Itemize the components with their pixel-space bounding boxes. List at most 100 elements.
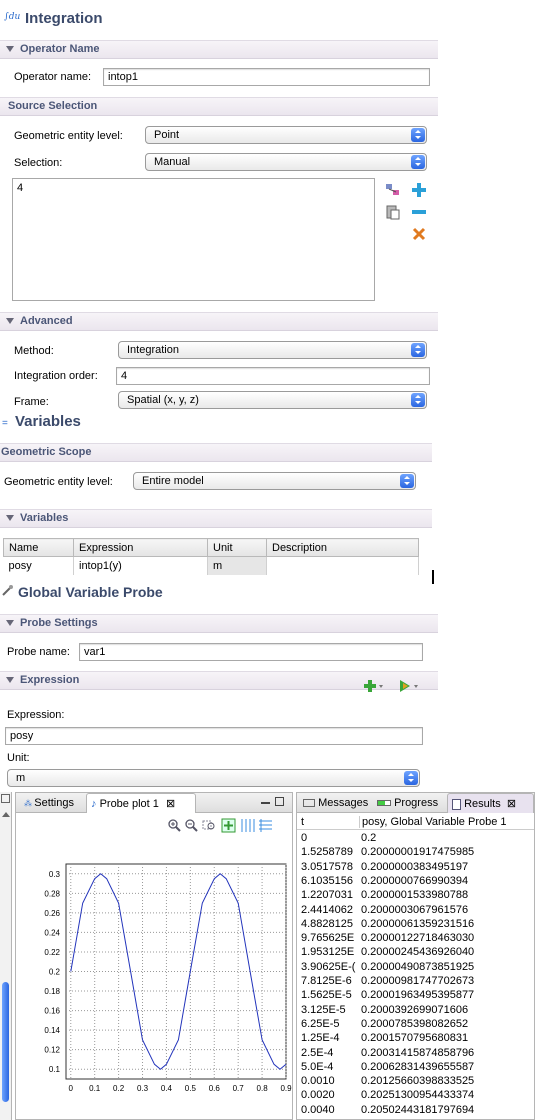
y-tick-label: 0.22 bbox=[44, 948, 60, 957]
paste-icon[interactable] bbox=[385, 204, 401, 220]
tab-settings[interactable]: ⁂ Settings bbox=[20, 793, 78, 813]
column-header-posy[interactable]: posy, Global Variable Probe 1 bbox=[359, 816, 507, 828]
results-t-cell: 1.5625E-5 bbox=[301, 989, 352, 1002]
scope-geom-level-select[interactable]: Entire model bbox=[133, 472, 416, 490]
advanced-section[interactable]: Advanced bbox=[0, 312, 438, 331]
close-icon[interactable]: ⊠ bbox=[166, 798, 175, 810]
results-t-cell: 0.0020 bbox=[301, 1089, 335, 1102]
operator-name-input[interactable]: intop1 bbox=[103, 68, 430, 86]
x-tick-label: 0.5 bbox=[185, 1084, 197, 1093]
collapse-triangle-icon bbox=[6, 619, 14, 626]
results-view: Messages Progress Results ⊠ t posy, Glob… bbox=[296, 792, 535, 1120]
method-select[interactable]: Integration bbox=[118, 341, 427, 359]
source-selection-section[interactable]: Source Selection bbox=[0, 97, 438, 116]
messages-icon bbox=[303, 799, 315, 808]
close-icon[interactable]: ⊠ bbox=[507, 798, 516, 810]
probe-title: Global Variable Probe bbox=[18, 584, 163, 600]
plot-icon: ♪ bbox=[91, 798, 97, 810]
zoom-extents-icon[interactable] bbox=[221, 818, 236, 833]
results-t-cell: 0.0010 bbox=[301, 1075, 335, 1088]
expression-input[interactable]: posy bbox=[5, 727, 423, 745]
results-tabbar: Messages Progress Results ⊠ bbox=[297, 793, 534, 813]
add-selection-icon[interactable] bbox=[411, 182, 427, 198]
results-t-cell: 2.4414062 bbox=[301, 903, 353, 916]
y-tick-label: 0.14 bbox=[44, 1026, 60, 1035]
y-tick-label: 0.2 bbox=[49, 968, 61, 977]
results-value-cell: 0.20125660398833525 bbox=[361, 1075, 475, 1088]
probe-settings-section[interactable]: Probe Settings bbox=[0, 614, 438, 633]
operator-name-section[interactable]: Operator Name bbox=[0, 40, 438, 59]
minimize-icon[interactable] bbox=[261, 802, 270, 804]
geom-level-select[interactable]: Point bbox=[145, 126, 427, 144]
select-value: Entire model bbox=[142, 475, 204, 487]
probe-plot-view: ⁂ Settings ♪ Probe plot 1 ⊠ 0 0.1 0.2 0.3 0.… bbox=[15, 792, 293, 1120]
tab-label: Probe plot 1 bbox=[99, 798, 159, 810]
legend-icon[interactable] bbox=[258, 818, 273, 833]
x-tick-label: 0.1 bbox=[89, 1084, 101, 1093]
x-tick-label: 0.6 bbox=[209, 1084, 221, 1093]
zoom-out-icon[interactable] bbox=[185, 819, 198, 832]
probe-name-input[interactable]: var1 bbox=[79, 643, 423, 661]
probe-plot-chart[interactable]: 0 0.1 0.2 0.3 0.4 0.5 0.6 0.7 0.8 0.9 0.1 0.12 0.14 0… bbox=[16, 839, 292, 1119]
y-tick-label: 0.26 bbox=[44, 909, 60, 918]
selection-list-item[interactable]: 4 bbox=[17, 182, 23, 194]
insert-expression-icon[interactable] bbox=[364, 679, 386, 693]
maximize-icon[interactable] bbox=[275, 797, 284, 806]
integration-order-input[interactable]: 4 bbox=[116, 367, 430, 385]
column-header-description[interactable]: Description bbox=[266, 538, 419, 557]
results-table: t posy, Global Variable Probe 1 0 0.2 1.52… bbox=[297, 815, 534, 1119]
unit-select[interactable]: m bbox=[7, 769, 420, 787]
select-domains-icon[interactable] bbox=[385, 182, 401, 198]
remove-selection-icon[interactable] bbox=[411, 204, 427, 220]
results-value-cell: 0.20001963495395877 bbox=[361, 989, 475, 1002]
variable-name-cell[interactable]: posy bbox=[3, 556, 74, 575]
replace-expression-icon[interactable] bbox=[398, 679, 422, 693]
grid-lines-icon[interactable] bbox=[240, 818, 255, 833]
results-value-cell: 0.20000490873851925 bbox=[361, 960, 475, 973]
scope-geom-level-label: Geometric entity level: bbox=[4, 476, 113, 488]
table-row[interactable]: posy intop1(y) m bbox=[3, 556, 419, 575]
variables-icon: = bbox=[2, 418, 8, 429]
tab-progress[interactable]: Progress bbox=[373, 793, 442, 813]
column-header-unit[interactable]: Unit bbox=[207, 538, 267, 557]
tab-messages[interactable]: Messages bbox=[299, 793, 372, 813]
select-arrows-icon bbox=[400, 474, 414, 488]
left-view-edge[interactable] bbox=[0, 792, 12, 1120]
column-header-name[interactable]: Name bbox=[3, 538, 74, 557]
tab-probe-plot[interactable]: ♪ Probe plot 1 ⊠ bbox=[86, 793, 196, 813]
column-header-expression[interactable]: Expression bbox=[73, 538, 208, 557]
section-label: Source Selection bbox=[8, 100, 98, 112]
results-t-cell: 1.25E-4 bbox=[301, 1032, 340, 1045]
select-arrows-icon bbox=[411, 393, 425, 407]
zoom-in-icon[interactable] bbox=[168, 819, 181, 832]
frame-select[interactable]: Spatial (x, y, z) bbox=[118, 391, 427, 409]
y-tick-label: 0.12 bbox=[44, 1046, 60, 1055]
variables-section[interactable]: Variables bbox=[0, 509, 432, 528]
selection-select[interactable]: Manual bbox=[145, 153, 427, 171]
scroll-up-arrow-icon[interactable] bbox=[2, 812, 10, 817]
column-header-t[interactable]: t bbox=[301, 816, 359, 828]
scrollbar-thumb[interactable] bbox=[2, 982, 9, 1102]
section-label: Operator Name bbox=[20, 43, 100, 55]
tab-results[interactable]: Results ⊠ bbox=[447, 793, 534, 813]
x-tick-label: 0.2 bbox=[113, 1084, 125, 1093]
variable-description-cell[interactable] bbox=[266, 556, 419, 575]
y-tick-label: 0.1 bbox=[49, 1065, 61, 1074]
window-button-icon[interactable] bbox=[1, 794, 10, 803]
progress-icon bbox=[377, 800, 391, 807]
variable-expression-cell[interactable]: intop1(y) bbox=[73, 556, 208, 575]
select-arrows-icon bbox=[404, 771, 418, 785]
results-value-cell: 0.20000061359231516 bbox=[361, 917, 475, 930]
unit-label: Unit: bbox=[7, 752, 30, 764]
results-t-cell: 3.90625E-( bbox=[301, 960, 356, 973]
collapse-triangle-icon bbox=[6, 676, 14, 683]
geometric-scope-section[interactable]: Geometric Scope bbox=[0, 443, 432, 462]
probe-name-label: Probe name: bbox=[7, 646, 70, 658]
zoom-box-icon[interactable] bbox=[202, 819, 217, 832]
frame-label: Frame: bbox=[14, 396, 49, 408]
clear-selection-icon[interactable] bbox=[411, 226, 427, 242]
selection-list[interactable]: 4 bbox=[12, 178, 375, 301]
results-value-cell: 0.2000000766990394 bbox=[361, 874, 469, 887]
section-label: Variables bbox=[20, 512, 69, 524]
results-value-cell: 0.2001570795680831 bbox=[361, 1032, 469, 1045]
